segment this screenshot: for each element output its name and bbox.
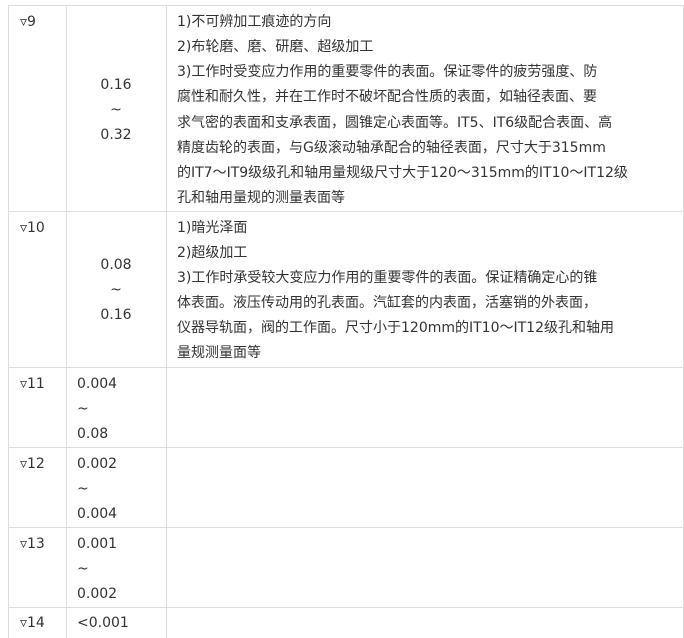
row-border (8, 367, 684, 368)
grade-cell: ▿14 (20, 615, 45, 631)
ra-value: 0.16 (100, 77, 132, 93)
description-line: 腐性和耐久性，并在工作时不破坏配合性质的表面，如轴径表面、要 (177, 89, 597, 105)
description-line: 精度齿轮的表面，与G级滚动轴承配合的轴径表面，尺寸大于315mm (177, 140, 606, 156)
row-border (8, 5, 684, 6)
description-line: 求气密的表面和支承表面，圆锥定心表面等。IT5、IT6级配合表面、高 (177, 115, 613, 131)
ra-value: 0.001 (77, 536, 118, 552)
column-border (166, 5, 167, 638)
ra-value: ~ (77, 561, 89, 577)
row-border (8, 447, 684, 448)
description-line: 量规测量面等 (177, 345, 261, 361)
ra-value: 0.16 (100, 307, 132, 323)
description-line: 1)暗光泽面 (177, 220, 248, 236)
grade-cell: ▿9 (20, 14, 36, 30)
ra-value: <0.001 (77, 615, 129, 631)
description-line: 体表面。液压传动用的孔表面。汽缸套的内表面，活塞销的外表面， (177, 295, 597, 311)
grade-cell: ▿13 (20, 536, 45, 552)
grade-cell: ▿12 (20, 456, 45, 472)
description-line: 2)布轮磨、磨、研磨、超级加工 (177, 39, 374, 55)
ra-value: 0.004 (77, 376, 118, 392)
row-border (8, 527, 684, 528)
description-line: 孔和轴用量规的测量表面等 (177, 190, 345, 206)
ra-value: 0.004 (77, 506, 118, 522)
roughness-table: ▿9 0.16 ~ 0.32 1)不可辨加工痕迹的方向 2)布轮磨、磨、研磨、超… (0, 0, 684, 638)
ra-value: ~ (110, 282, 122, 298)
description-line: 3)工作时承受较大变应力作用的重要零件的表面。保证精确定心的锥 (177, 270, 598, 286)
ra-value: 0.32 (100, 127, 132, 143)
ra-value: ~ (77, 481, 89, 497)
ra-value: 0.08 (77, 426, 109, 442)
description-line: 仪器导轨面，阀的工作面。尺寸小于120mm的IT10～IT12级孔和轴用 (177, 320, 614, 336)
ra-value: ~ (77, 401, 89, 417)
description-line: 1)不可辨加工痕迹的方向 (177, 14, 332, 30)
ra-value: 0.08 (100, 257, 132, 273)
description-line: 的IT7～IT9级级孔和轴用量规级尺寸大于120～315mm的IT10～IT12… (177, 165, 628, 181)
row-border (8, 211, 684, 212)
column-border (8, 5, 9, 638)
ra-value: ~ (110, 102, 122, 118)
ra-value: 0.002 (77, 456, 118, 472)
row-border (8, 607, 684, 608)
description-line: 2)超级加工 (177, 245, 248, 261)
ra-value: 0.002 (77, 586, 118, 602)
grade-cell: ▿11 (20, 376, 45, 392)
description-line: 3)工作时受变应力作用的重要零件的表面。保证零件的疲劳强度、防 (177, 64, 598, 80)
grade-cell: ▿10 (20, 220, 45, 236)
